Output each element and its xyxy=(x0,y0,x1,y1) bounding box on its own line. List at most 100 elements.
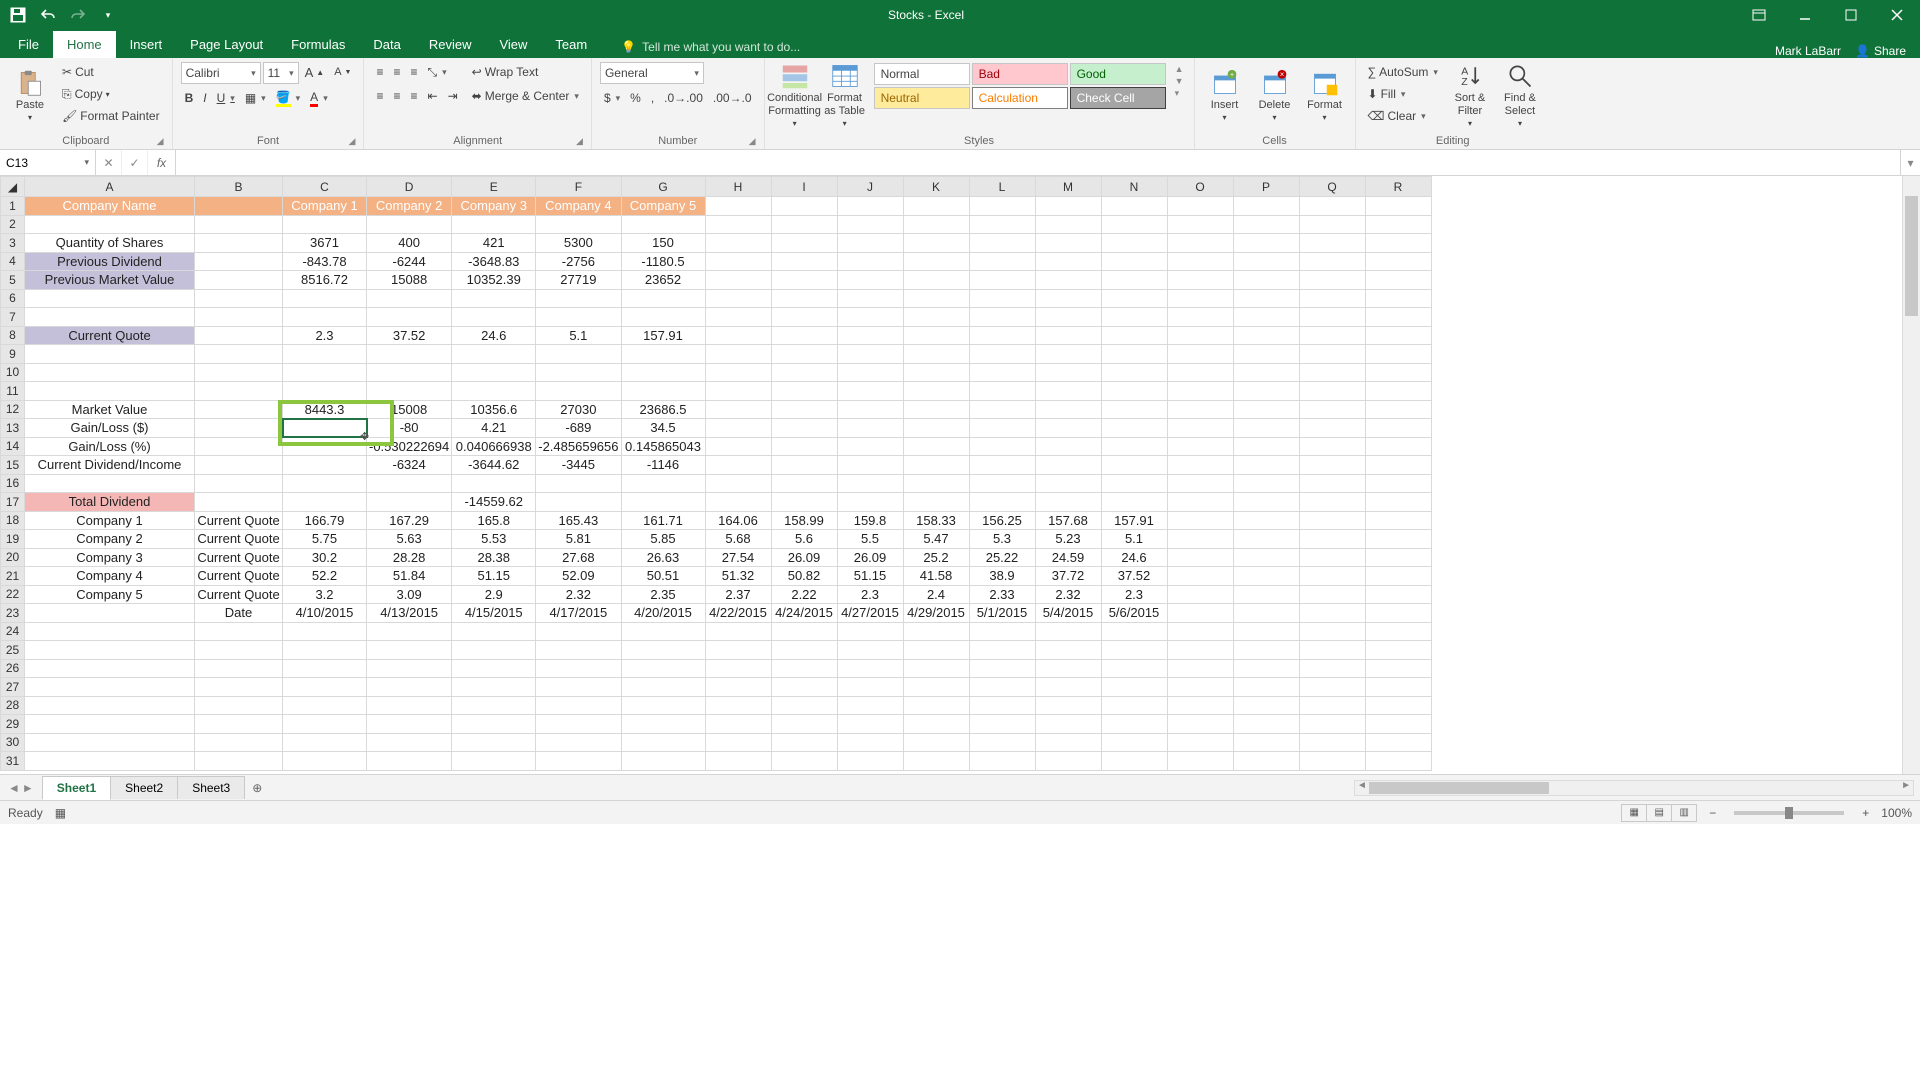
cell[interactable] xyxy=(536,622,621,641)
merge-center-button[interactable]: ⬌Merge & Center xyxy=(468,86,583,106)
cell[interactable] xyxy=(195,234,283,253)
style-check-cell[interactable]: Check Cell xyxy=(1070,87,1166,109)
cell[interactable] xyxy=(1101,493,1167,512)
cell[interactable] xyxy=(283,696,367,715)
cell[interactable] xyxy=(969,493,1035,512)
cut-button[interactable]: ✂Cut xyxy=(58,62,164,82)
row-14[interactable]: 14Gain/Loss (%)-0.5302226940.040666938-2… xyxy=(1,437,1432,456)
cell[interactable] xyxy=(536,345,621,364)
tell-me-search[interactable]: 💡 Tell me what you want to do... xyxy=(613,36,808,58)
cell[interactable] xyxy=(1167,308,1233,327)
cell[interactable] xyxy=(1167,548,1233,567)
cell[interactable] xyxy=(705,696,771,715)
row-16[interactable]: 16 xyxy=(1,474,1432,493)
cell[interactable] xyxy=(903,197,969,216)
cell[interactable] xyxy=(903,271,969,290)
cell[interactable] xyxy=(771,197,837,216)
cell[interactable] xyxy=(1101,271,1167,290)
cell[interactable] xyxy=(195,456,283,475)
cell[interactable] xyxy=(837,678,903,697)
cell[interactable] xyxy=(903,752,969,771)
cell[interactable] xyxy=(903,622,969,641)
wrap-text-button[interactable]: ↩Wrap Text xyxy=(468,62,583,82)
cell[interactable]: 4/10/2015 xyxy=(283,604,367,623)
cell[interactable] xyxy=(1365,400,1431,419)
cell[interactable] xyxy=(1233,197,1299,216)
row-header-11[interactable]: 11 xyxy=(1,382,25,401)
cell[interactable] xyxy=(283,659,367,678)
cell[interactable] xyxy=(1299,530,1365,549)
cell[interactable] xyxy=(1299,419,1365,438)
cell[interactable] xyxy=(367,474,452,493)
row-header-14[interactable]: 14 xyxy=(1,437,25,456)
cell[interactable] xyxy=(1233,641,1299,660)
cell[interactable] xyxy=(1101,659,1167,678)
cell[interactable] xyxy=(621,289,705,308)
cell[interactable] xyxy=(1101,363,1167,382)
cell[interactable]: -6324 xyxy=(367,456,452,475)
cell[interactable] xyxy=(536,641,621,660)
cell[interactable] xyxy=(705,678,771,697)
close-icon[interactable] xyxy=(1874,0,1920,30)
cell[interactable] xyxy=(536,474,621,493)
cell[interactable]: 8443.3 xyxy=(283,400,367,419)
row-header-1[interactable]: 1 xyxy=(1,197,25,216)
cell[interactable] xyxy=(1101,733,1167,752)
cell[interactable] xyxy=(1167,678,1233,697)
row-header-19[interactable]: 19 xyxy=(1,530,25,549)
cell[interactable] xyxy=(1101,622,1167,641)
cell[interactable] xyxy=(969,271,1035,290)
cell[interactable] xyxy=(621,641,705,660)
cell[interactable]: Current Quote xyxy=(195,567,283,586)
comma-format-icon[interactable]: , xyxy=(647,88,658,108)
row-header-27[interactable]: 27 xyxy=(1,678,25,697)
fill-button[interactable]: ⬇Fill xyxy=(1364,84,1442,104)
cell[interactable] xyxy=(1299,382,1365,401)
cell[interactable] xyxy=(621,474,705,493)
cell[interactable] xyxy=(367,363,452,382)
cell[interactable] xyxy=(1299,622,1365,641)
cell[interactable] xyxy=(1035,308,1101,327)
cell[interactable] xyxy=(771,308,837,327)
cell[interactable] xyxy=(903,715,969,734)
cell[interactable] xyxy=(1233,271,1299,290)
cell[interactable] xyxy=(1167,289,1233,308)
cell[interactable] xyxy=(969,363,1035,382)
cell[interactable] xyxy=(1101,474,1167,493)
clear-button[interactable]: ⌫Clear xyxy=(1364,106,1442,126)
cell[interactable]: 41.58 xyxy=(903,567,969,586)
cell[interactable]: 5/6/2015 xyxy=(1101,604,1167,623)
style-good[interactable]: Good xyxy=(1070,63,1166,85)
format-painter-button[interactable]: 🖌Format Painter xyxy=(58,106,164,126)
cell[interactable] xyxy=(1299,456,1365,475)
cell[interactable]: Date xyxy=(195,604,283,623)
cell[interactable] xyxy=(837,252,903,271)
cell[interactable]: Previous Market Value xyxy=(25,271,195,290)
cell[interactable]: 28.28 xyxy=(367,548,452,567)
row-28[interactable]: 28 xyxy=(1,696,1432,715)
cell[interactable] xyxy=(195,289,283,308)
cell[interactable] xyxy=(536,363,621,382)
hscroll-left-icon[interactable]: ◄ xyxy=(1357,780,1367,791)
cell[interactable] xyxy=(1233,456,1299,475)
fx-icon[interactable]: fx xyxy=(148,150,176,175)
cell[interactable] xyxy=(25,678,195,697)
cell[interactable] xyxy=(1365,511,1431,530)
cell[interactable] xyxy=(1233,511,1299,530)
cell[interactable] xyxy=(1167,215,1233,234)
cell[interactable] xyxy=(1167,511,1233,530)
cell[interactable] xyxy=(1233,400,1299,419)
cell[interactable] xyxy=(837,400,903,419)
cell[interactable] xyxy=(969,419,1035,438)
cell[interactable] xyxy=(452,752,536,771)
cell[interactable] xyxy=(536,733,621,752)
cell[interactable] xyxy=(705,715,771,734)
cell[interactable]: 30.2 xyxy=(283,548,367,567)
cell[interactable] xyxy=(771,493,837,512)
decrease-font-icon[interactable]: A▼ xyxy=(330,62,355,82)
cell[interactable] xyxy=(771,345,837,364)
cancel-formula-icon[interactable]: ✕ xyxy=(96,150,122,175)
cell[interactable] xyxy=(1365,641,1431,660)
cell[interactable] xyxy=(1167,326,1233,345)
cell[interactable] xyxy=(621,733,705,752)
